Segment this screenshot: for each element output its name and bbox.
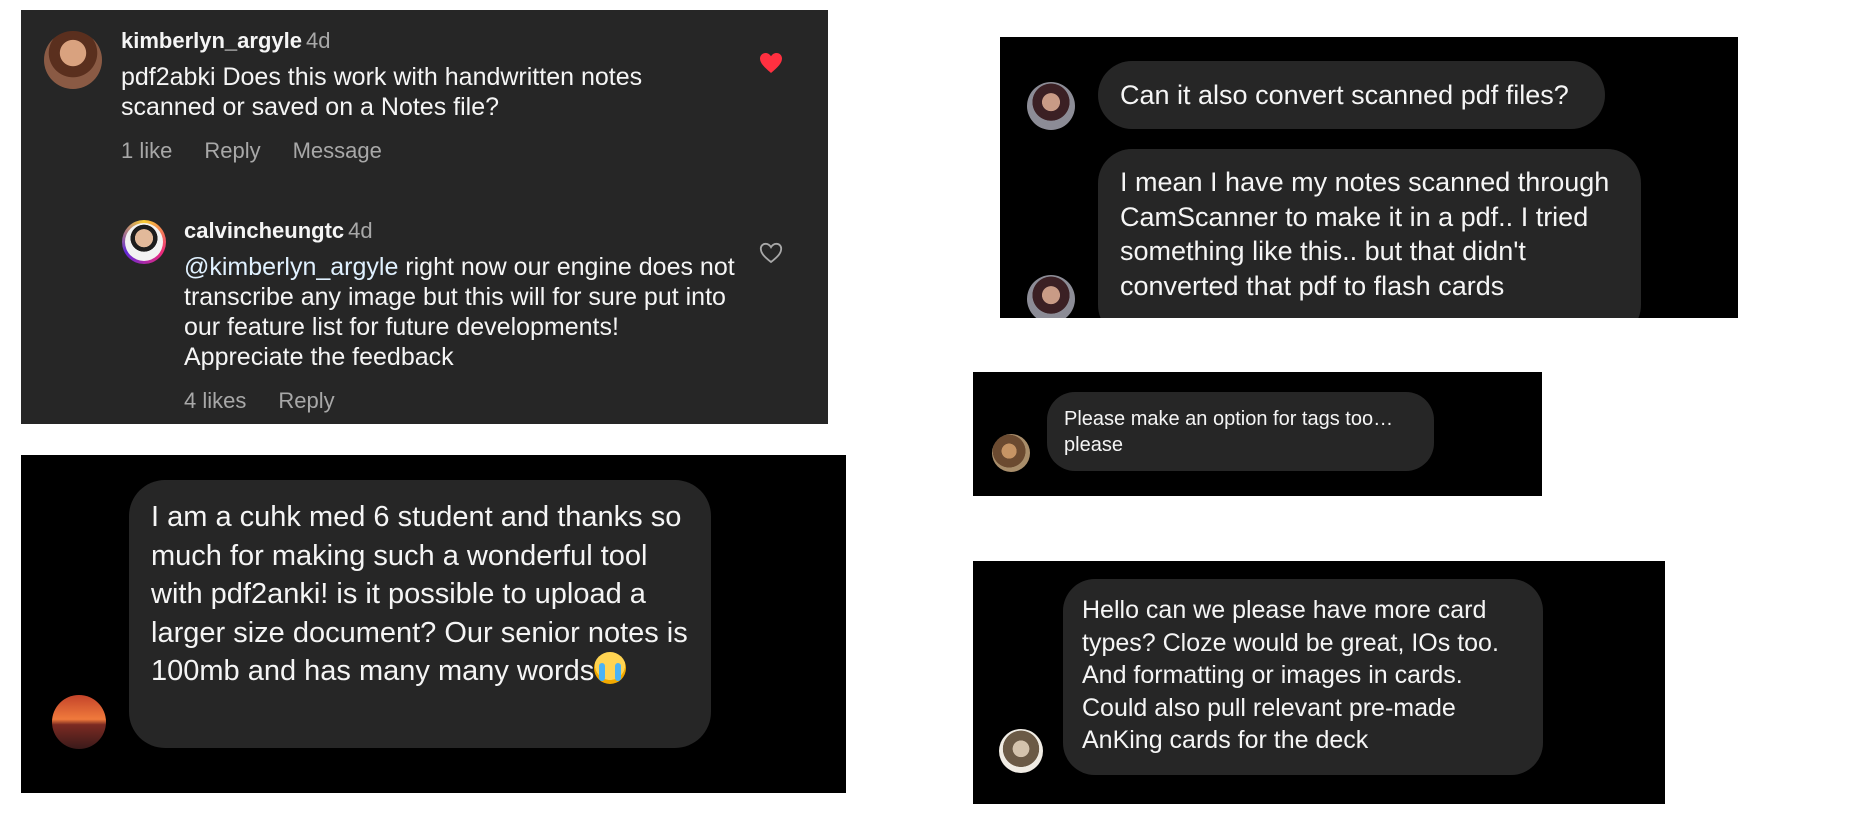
mention-link[interactable]: @kimberlyn_argyle <box>184 253 398 281</box>
chat-panel-4: Hello can we please have more card types… <box>973 561 1665 804</box>
comments-panel: kimberlyn_argyle 4d pdf2abki Does this wo… <box>21 10 828 424</box>
avatar-sender[interactable] <box>999 729 1043 773</box>
chat-panel-2: Can it also convert scanned pdf files? I… <box>1000 37 1738 318</box>
message-button[interactable]: Message <box>293 138 382 164</box>
reply-text: @kimberlyn_argyle right now our engine d… <box>184 252 744 372</box>
message-bubble: I mean I have my notes scanned through C… <box>1098 149 1641 318</box>
chat-panel-1: I am a cuhk med 6 student and thanks so … <box>21 455 846 793</box>
avatar-sender[interactable] <box>52 695 106 749</box>
like-count[interactable]: 1 like <box>121 138 172 164</box>
comment-text: pdf2abki Does this work with handwritten… <box>121 63 643 121</box>
avatar-sender[interactable] <box>1027 82 1075 130</box>
avatar-sender[interactable] <box>1027 275 1075 318</box>
reply-actions: 4 likes Reply <box>184 388 335 414</box>
reply-reply-button[interactable]: Reply <box>278 388 334 414</box>
username[interactable]: kimberlyn_argyle <box>121 28 302 53</box>
avatar-kimberlyn[interactable] <box>44 31 102 89</box>
message-bubble: Hello can we please have more card types… <box>1063 579 1543 775</box>
reply-username[interactable]: calvincheungtc <box>184 218 344 243</box>
reply-time: 4d <box>348 218 373 243</box>
reply-header: calvincheungtc 4d <box>184 218 373 244</box>
comment-header: kimberlyn_argyle 4d <box>121 28 330 54</box>
message-bubble: Can it also convert scanned pdf files? <box>1098 61 1605 129</box>
reply-like-count[interactable]: 4 likes <box>184 388 246 414</box>
avatar-sender[interactable] <box>992 434 1030 472</box>
crying-face-emoji-icon <box>594 652 627 684</box>
comment-actions: 1 like Reply Message <box>121 138 382 164</box>
message-bubble: I am a cuhk med 6 student and thanks so … <box>129 480 711 748</box>
message-bubble: Please make an option for tags too… plea… <box>1047 392 1434 471</box>
chat-panel-3: Please make an option for tags too… plea… <box>973 372 1542 496</box>
reply-button[interactable]: Reply <box>204 138 260 164</box>
heart-outline-icon[interactable] <box>759 242 783 269</box>
comment-time: 4d <box>305 28 331 53</box>
avatar-calvincheungtc[interactable] <box>122 220 166 264</box>
heart-filled-icon[interactable] <box>759 52 783 79</box>
